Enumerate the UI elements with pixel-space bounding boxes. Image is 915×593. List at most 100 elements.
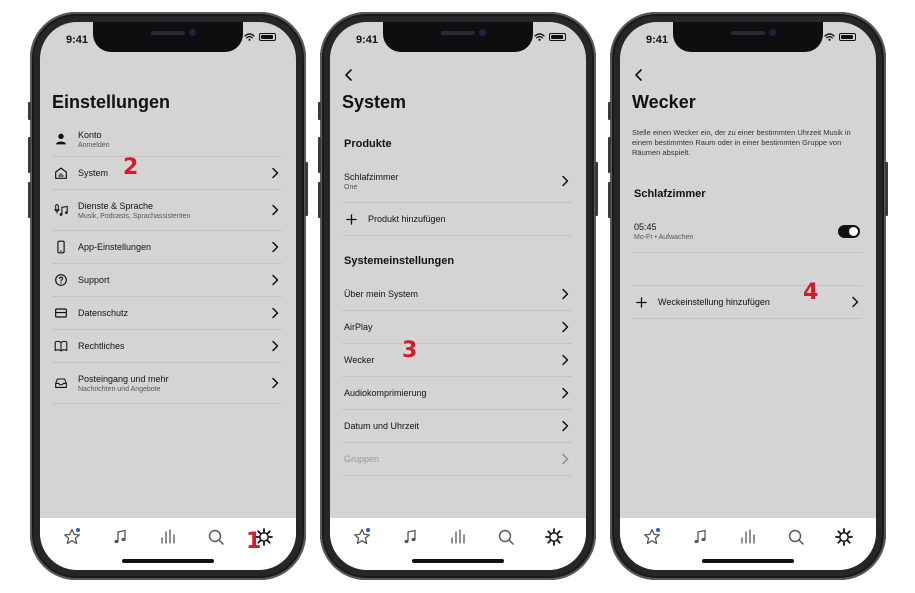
smartphone-icon xyxy=(52,238,70,256)
alarm-schedule: Mo-Fr • Aufwachen xyxy=(634,233,694,241)
settings-item-support[interactable]: Support xyxy=(52,264,282,297)
side-button xyxy=(28,102,31,120)
battery-icon xyxy=(549,33,566,41)
chevron-right-icon xyxy=(560,354,570,366)
power-button xyxy=(885,162,888,216)
section-header-produkte: Produkte xyxy=(344,138,392,150)
page-title: Wecker xyxy=(632,92,696,112)
page-title: System xyxy=(342,92,407,112)
search-icon xyxy=(785,526,807,548)
system-item-wecker[interactable]: Wecker xyxy=(342,344,572,377)
tab-search[interactable] xyxy=(495,526,517,548)
page-description: Stelle einen Wecker ein, der zu einer be… xyxy=(632,128,851,157)
tab-rooms[interactable] xyxy=(447,526,469,548)
tab-favorites[interactable] xyxy=(641,526,663,548)
notification-dot xyxy=(366,528,370,532)
music-note-icon xyxy=(109,526,131,548)
step-badge-2: 2 xyxy=(123,155,139,180)
add-product-button[interactable]: Produkt hinzufügen xyxy=(342,203,572,236)
tab-settings[interactable] xyxy=(833,526,855,548)
page-title: Einstellungen xyxy=(52,92,171,112)
status-time: 9:41 xyxy=(356,34,379,46)
screen: 9:41 Einstellungen Konto Anmelden System … xyxy=(40,22,296,570)
person-icon xyxy=(52,130,70,148)
battery-icon xyxy=(259,33,276,41)
tab-favorites[interactable] xyxy=(61,526,83,548)
tab-rooms[interactable] xyxy=(157,526,179,548)
settings-item-app-einstellungen[interactable]: App-Einstellungen xyxy=(52,231,282,264)
chevron-right-icon xyxy=(270,307,280,319)
step-badge-1: 1 xyxy=(246,529,262,554)
system-item-gruppen: Gruppen xyxy=(342,443,572,476)
side-button xyxy=(318,102,321,120)
phone-wecker: 9:41 Wecker Stelle einen Wecker ein, der… xyxy=(608,12,888,580)
chevron-right-icon xyxy=(270,204,280,216)
back-arrow-icon[interactable] xyxy=(342,68,356,82)
phone-settings: 9:41 Einstellungen Konto Anmelden System … xyxy=(28,12,308,580)
chevron-right-icon xyxy=(850,296,860,308)
alarm-item[interactable]: 05:45 Mo-Fr • Aufwachen xyxy=(632,210,862,253)
book-icon xyxy=(52,337,70,355)
settings-item-system[interactable]: System xyxy=(52,157,282,190)
chevron-right-icon xyxy=(560,453,570,465)
inbox-icon xyxy=(52,374,70,392)
tab-search[interactable] xyxy=(785,526,807,548)
tab-browse[interactable] xyxy=(399,526,421,548)
section-header-systemeinstellungen: Systemeinstellungen xyxy=(344,255,455,267)
search-icon xyxy=(495,526,517,548)
gear-icon xyxy=(833,526,855,548)
volume-down-button xyxy=(318,182,321,218)
equalizer-icon xyxy=(737,526,759,548)
tab-favorites[interactable] xyxy=(351,526,373,548)
step-badge-4: 4 xyxy=(803,280,819,305)
system-item-airplay[interactable]: AirPlay xyxy=(342,311,572,344)
section-header-schlafzimmer: Schlafzimmer xyxy=(634,188,706,200)
alarm-toggle[interactable] xyxy=(838,224,860,238)
volume-up-button xyxy=(318,137,321,173)
notch xyxy=(93,22,243,52)
chevron-right-icon xyxy=(270,167,280,179)
back-arrow-icon[interactable] xyxy=(632,68,646,82)
tab-browse[interactable] xyxy=(689,526,711,548)
volume-down-button xyxy=(28,182,31,218)
notch xyxy=(673,22,823,52)
question-icon xyxy=(52,271,70,289)
settings-item-dienste-sprache[interactable]: Dienste & Sprache Musik, Podcasts, Sprach… xyxy=(52,190,282,231)
home-indicator xyxy=(702,559,794,563)
music-note-icon xyxy=(689,526,711,548)
chevron-right-icon xyxy=(560,175,570,187)
tab-browse[interactable] xyxy=(109,526,131,548)
home-indicator xyxy=(412,559,504,563)
chevron-right-icon xyxy=(270,274,280,286)
tab-rooms[interactable] xyxy=(737,526,759,548)
mic-music-icon xyxy=(52,201,70,219)
battery-icon xyxy=(839,33,856,41)
plus-icon xyxy=(342,210,360,228)
chevron-right-icon xyxy=(270,241,280,253)
settings-item-rechtliches[interactable]: Rechtliches xyxy=(52,330,282,363)
settings-item-datenschutz[interactable]: Datenschutz xyxy=(52,297,282,330)
settings-item-posteingang[interactable]: Posteingang und mehr Nachrichten und Ange… xyxy=(52,363,282,404)
tab-settings[interactable] xyxy=(543,526,565,548)
system-item-datum-uhrzeit[interactable]: Datum und Uhrzeit xyxy=(342,410,572,443)
add-alarm-button[interactable]: Weckeinstellung hinzufügen xyxy=(632,285,862,319)
phone-system: 9:41 System Produkte Schlafzimmer One Pro… xyxy=(318,12,598,580)
step-badge-3: 3 xyxy=(402,338,418,363)
volume-up-button xyxy=(28,137,31,173)
volume-down-button xyxy=(608,182,611,218)
settings-item-konto[interactable]: Konto Anmelden xyxy=(52,122,282,157)
screen: 9:41 System Produkte Schlafzimmer One Pro… xyxy=(330,22,586,570)
chevron-right-icon xyxy=(270,377,280,389)
side-button xyxy=(608,102,611,120)
chevron-right-icon xyxy=(560,321,570,333)
chevron-right-icon xyxy=(560,420,570,432)
system-item-audiokomprimierung[interactable]: Audiokomprimierung xyxy=(342,377,572,410)
house-icon xyxy=(52,164,70,182)
product-item-schlafzimmer[interactable]: Schlafzimmer One xyxy=(342,160,572,203)
alarm-time: 05:45 xyxy=(634,221,657,232)
notification-dot xyxy=(656,528,660,532)
equalizer-icon xyxy=(157,526,179,548)
system-item-ueber-mein-system[interactable]: Über mein System xyxy=(342,278,572,311)
tab-search[interactable] xyxy=(205,526,227,548)
power-button xyxy=(595,162,598,216)
